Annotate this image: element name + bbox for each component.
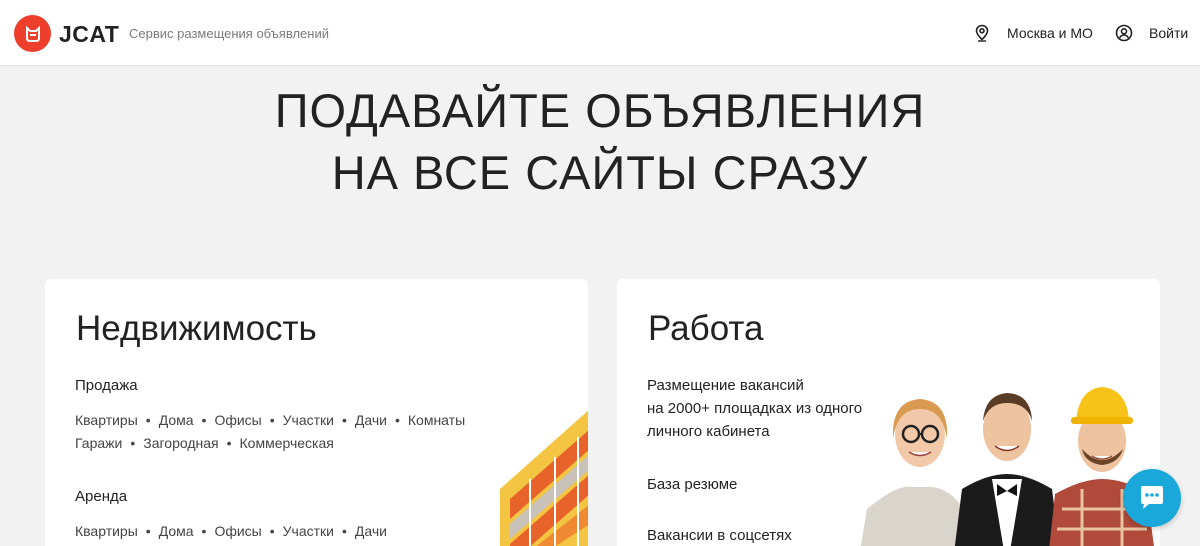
rent-link-apartments[interactable]: Квартиры	[75, 523, 138, 539]
building-image	[500, 410, 588, 546]
user-icon[interactable]	[1115, 24, 1133, 42]
workers-image	[860, 387, 1154, 546]
login-link[interactable]: Войти	[1149, 25, 1188, 41]
sale-links-row-2: Гаражи • Загородная • Коммерческая	[75, 435, 334, 451]
location-link[interactable]: Москва и МО	[1007, 25, 1093, 41]
hero-line-1: ПОДАВАЙТЕ ОБЪЯВЛЕНИЯ	[274, 84, 926, 137]
rent-link-plots[interactable]: Участки	[283, 523, 334, 539]
sale-link-plots[interactable]: Участки	[283, 412, 334, 428]
sale-link-offices[interactable]: Офисы	[214, 412, 261, 428]
rent-link-offices[interactable]: Офисы	[214, 523, 261, 539]
sale-links-row-1: Квартиры • Дома • Офисы • Участки • Дачи • Комнаты	[75, 412, 466, 428]
sale-link-rooms[interactable]: Комнаты	[408, 412, 465, 428]
jobs-title[interactable]: Работа	[648, 309, 764, 349]
sale-link-houses[interactable]: Дома	[159, 412, 194, 428]
social-vacancies-link[interactable]: Вакансии в соцсетях	[647, 524, 792, 546]
rent-link-dachas[interactable]: Дачи	[355, 523, 387, 539]
rent-link-houses[interactable]: Дома	[159, 523, 194, 539]
location-pin-icon[interactable]	[973, 24, 991, 42]
site-header: JCAT Сервис размещения объявлений Москва…	[0, 0, 1200, 66]
chat-bubble-icon	[1141, 486, 1163, 509]
sale-link-suburban[interactable]: Загородная	[143, 435, 218, 451]
jobs-card[interactable]: Работа Размещение вакансий на 2000+ площ…	[617, 279, 1160, 546]
sale-link-commercial[interactable]: Коммерческая	[240, 435, 334, 451]
jobs-description[interactable]: Размещение вакансий на 2000+ площадках и…	[647, 374, 862, 443]
resume-base-link[interactable]: База резюме	[647, 473, 737, 496]
chat-button[interactable]	[1123, 469, 1181, 527]
realty-title[interactable]: Недвижимость	[76, 309, 317, 349]
jobs-line-1: Размещение вакансий	[647, 377, 804, 394]
sale-link-garages[interactable]: Гаражи	[75, 435, 122, 451]
rent-title: Аренда	[75, 488, 128, 505]
hero-line-2: НА ВСЕ САЙТЫ СРАЗУ	[331, 146, 869, 199]
sale-link-dachas[interactable]: Дачи	[355, 412, 387, 428]
tagline: Сервис размещения объявлений	[129, 26, 329, 41]
sale-title: Продажа	[75, 377, 138, 394]
sale-link-apartments[interactable]: Квартиры	[75, 412, 138, 428]
jobs-line-2: на 2000+ площадках из одного	[647, 400, 863, 417]
hero-title: ПОДАВАЙТЕ ОБЪЯВЛЕНИЯ НА ВСЕ САЙТЫ СРАЗУ	[0, 80, 1200, 204]
logo-text[interactable]: JCAT	[59, 21, 119, 48]
logo-icon[interactable]	[14, 15, 51, 52]
rent-links: Квартиры • Дома • Офисы • Участки • Дачи	[75, 523, 387, 539]
jobs-line-3: личного кабинета	[647, 423, 770, 440]
realty-card[interactable]: Недвижимость Продажа Квартиры • Дома • Офисы…	[45, 279, 588, 546]
